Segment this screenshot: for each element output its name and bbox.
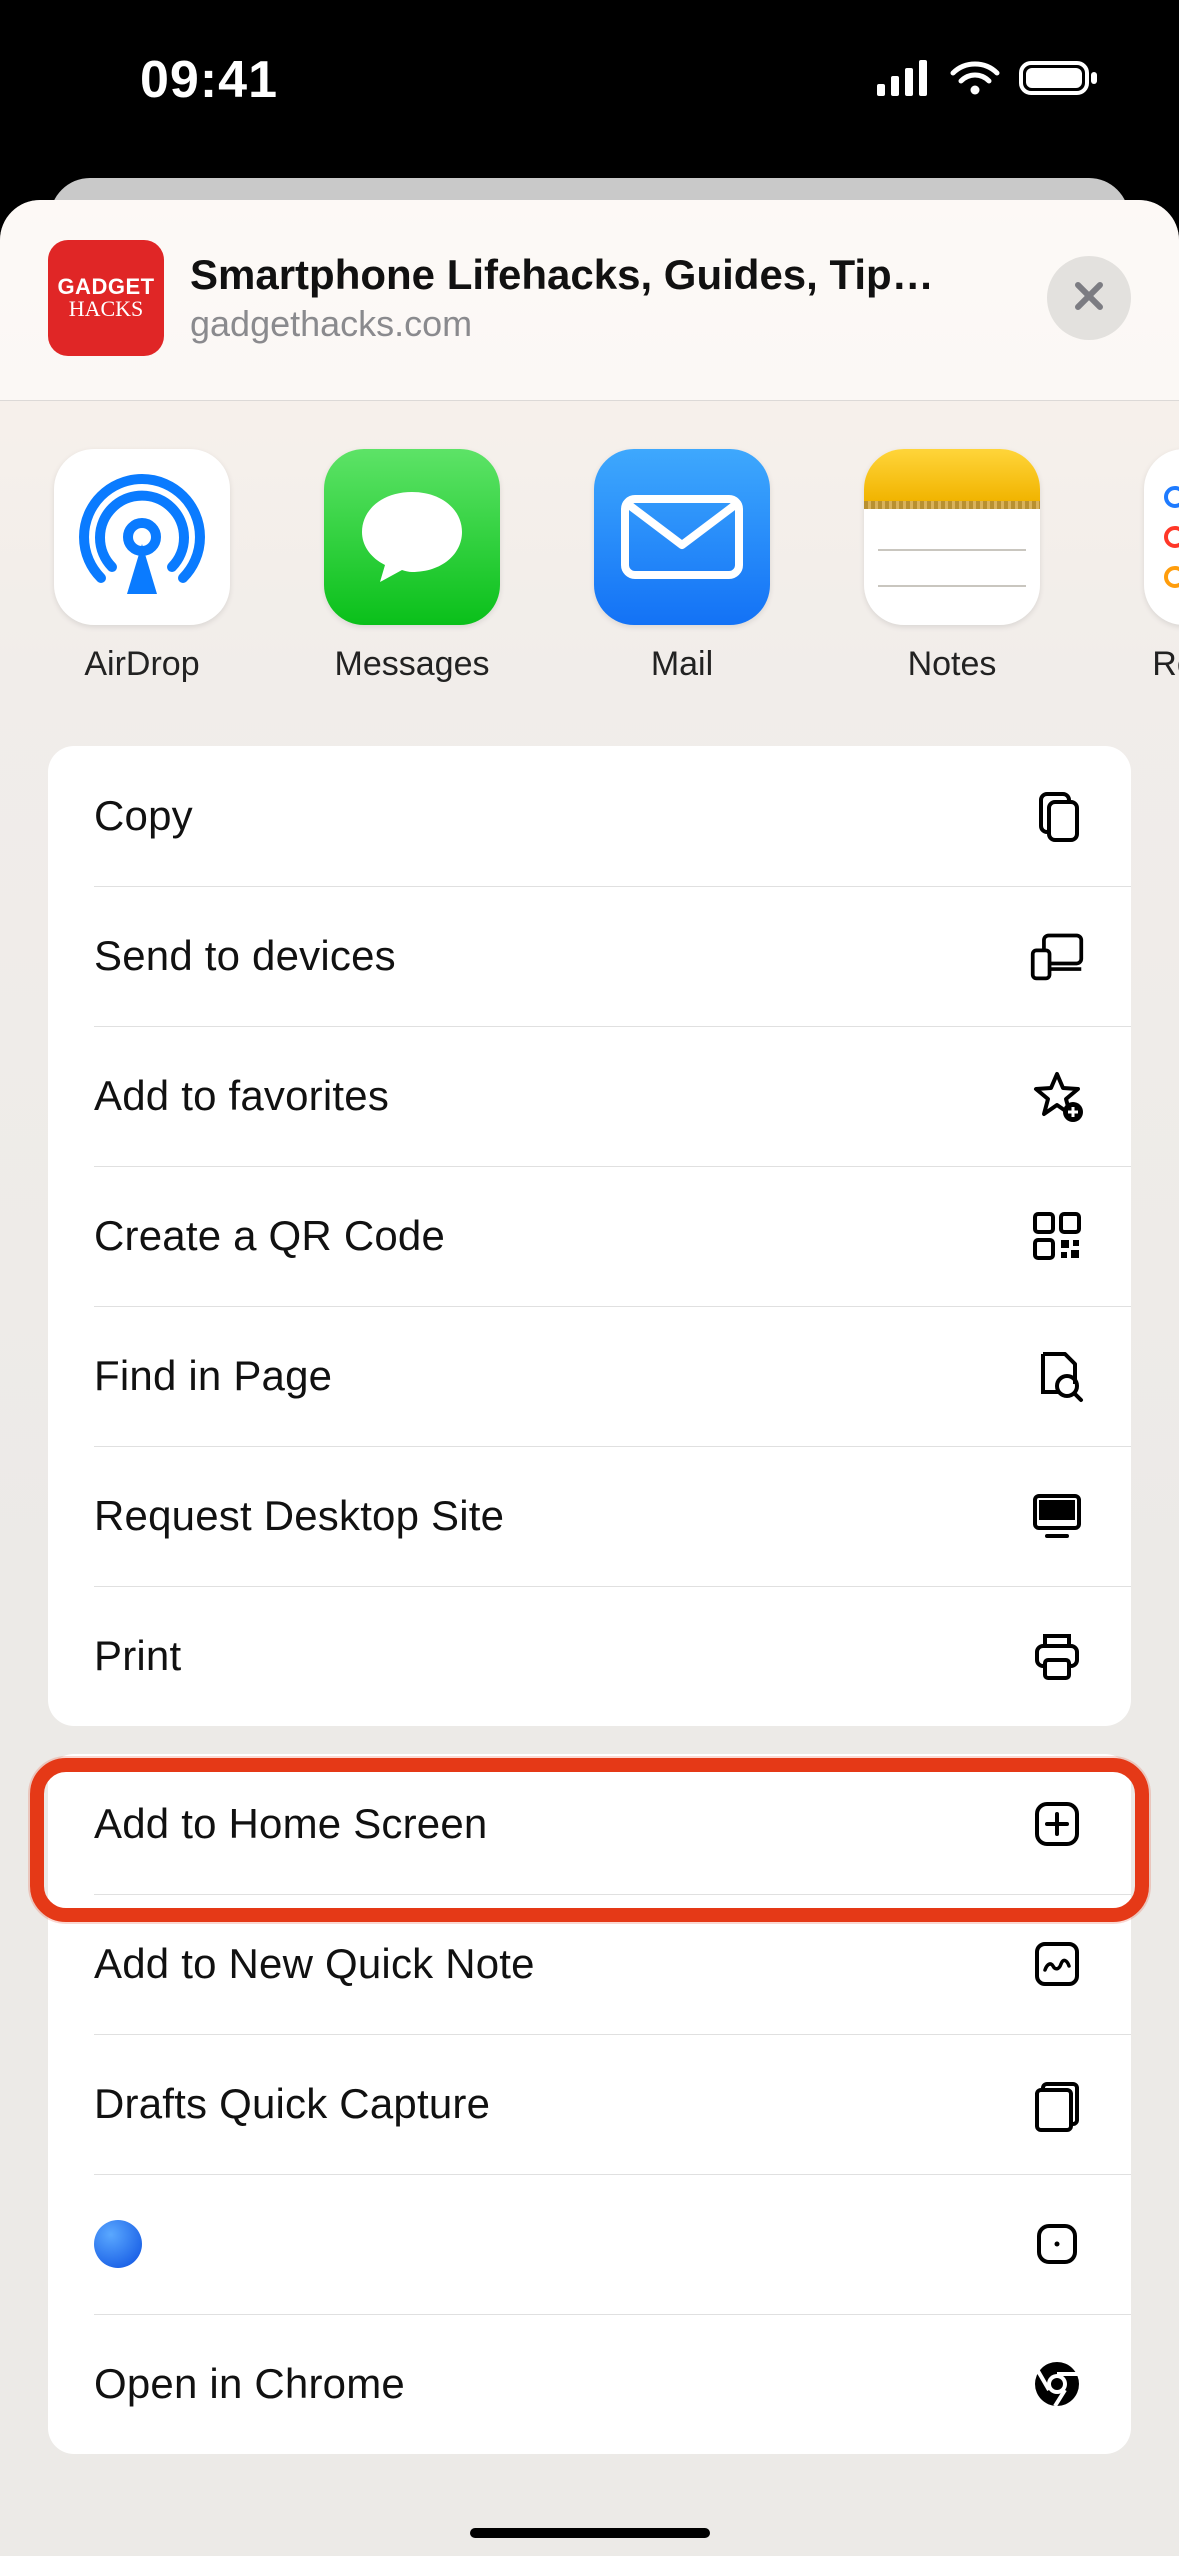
share-targets-row[interactable]: AirDrop Messages Mail <box>0 401 1179 728</box>
page-title: Smartphone Lifehacks, Guides, Tips, Tric… <box>190 251 950 299</box>
drafts-icon <box>1029 2076 1085 2132</box>
share-target-label: Mail <box>651 645 713 684</box>
action-add-to-quick-note[interactable]: Add to New Quick Note <box>48 1894 1131 2034</box>
action-send-to-devices[interactable]: Send to devices <box>48 886 1131 1026</box>
blue-dot-icon <box>94 2220 142 2268</box>
desktop-icon <box>1029 1488 1085 1544</box>
print-icon <box>1029 1628 1085 1684</box>
action-label: Send to devices <box>94 932 396 980</box>
action-label: Find in Page <box>94 1352 332 1400</box>
action-open-in-chrome[interactable]: Open in Chrome <box>48 2314 1131 2454</box>
action-find-in-page[interactable]: Find in Page <box>48 1306 1131 1446</box>
share-target-label: AirDrop <box>84 645 199 684</box>
plus-box-icon <box>1029 1796 1085 1852</box>
action-print[interactable]: Print <box>48 1586 1131 1726</box>
action-add-to-home-screen[interactable]: Add to Home Screen <box>48 1754 1131 1894</box>
action-request-desktop-site[interactable]: Request Desktop Site <box>48 1446 1131 1586</box>
action-blank-dot[interactable] <box>48 2174 1131 2314</box>
action-label: Drafts Quick Capture <box>94 2080 490 2128</box>
action-label: Add to favorites <box>94 1072 389 1120</box>
devices-icon <box>1029 928 1085 984</box>
share-target-airdrop[interactable]: AirDrop <box>54 449 230 684</box>
site-favicon: GADGET HACKS <box>48 240 164 356</box>
share-target-label: Notes <box>908 645 997 684</box>
action-label: Copy <box>94 792 193 840</box>
share-target-notes[interactable]: Notes <box>864 449 1040 684</box>
close-icon <box>1071 278 1107 319</box>
action-label: Print <box>94 1632 181 1680</box>
share-target-label: Messages <box>335 645 490 684</box>
sheet-header: GADGET HACKS Smartphone Lifehacks, Guide… <box>0 200 1179 401</box>
action-copy[interactable]: Copy <box>48 746 1131 886</box>
action-label: Create a QR Code <box>94 1212 445 1260</box>
action-create-qr-code[interactable]: Create a QR Code <box>48 1166 1131 1306</box>
notes-icon <box>864 449 1040 625</box>
cellular-icon <box>877 60 931 101</box>
action-label: Open in Chrome <box>94 2360 405 2408</box>
find-page-icon <box>1029 1348 1085 1404</box>
share-target-reminders[interactable]: Re <box>1134 449 1179 684</box>
action-add-to-favorites[interactable]: Add to favorites <box>48 1026 1131 1166</box>
status-time: 09:41 <box>140 50 278 110</box>
share-target-mail[interactable]: Mail <box>594 449 770 684</box>
dot-box-icon <box>1029 2216 1085 2272</box>
home-indicator <box>470 2528 710 2538</box>
status-icons <box>877 59 1099 102</box>
chrome-icon <box>1029 2356 1085 2412</box>
star-plus-icon <box>1029 1068 1085 1124</box>
share-target-label: Re <box>1152 645 1179 684</box>
reminders-icon <box>1144 449 1179 625</box>
action-drafts-quick-capture[interactable]: Drafts Quick Capture <box>48 2034 1131 2174</box>
quicknote-icon <box>1029 1936 1085 1992</box>
messages-icon <box>324 449 500 625</box>
action-label: Add to New Quick Note <box>94 1940 535 1988</box>
share-target-messages[interactable]: Messages <box>324 449 500 684</box>
status-bar: 09:41 <box>0 0 1179 160</box>
mail-icon <box>594 449 770 625</box>
action-label: Request Desktop Site <box>94 1492 504 1540</box>
actions-group-1: Copy Send to devices Add to favorites Cr… <box>48 746 1131 1726</box>
wifi-icon <box>949 59 1001 102</box>
qr-icon <box>1029 1208 1085 1264</box>
actions-group-2: Add to Home Screen Add to New Quick Note… <box>48 1754 1131 2454</box>
airdrop-icon <box>54 449 230 625</box>
share-sheet: GADGET HACKS Smartphone Lifehacks, Guide… <box>0 200 1179 2556</box>
battery-icon <box>1019 59 1099 102</box>
action-label: Add to Home Screen <box>94 1800 487 1848</box>
copy-icon <box>1029 788 1085 844</box>
page-url: gadgethacks.com <box>190 303 1027 345</box>
close-button[interactable] <box>1047 256 1131 340</box>
